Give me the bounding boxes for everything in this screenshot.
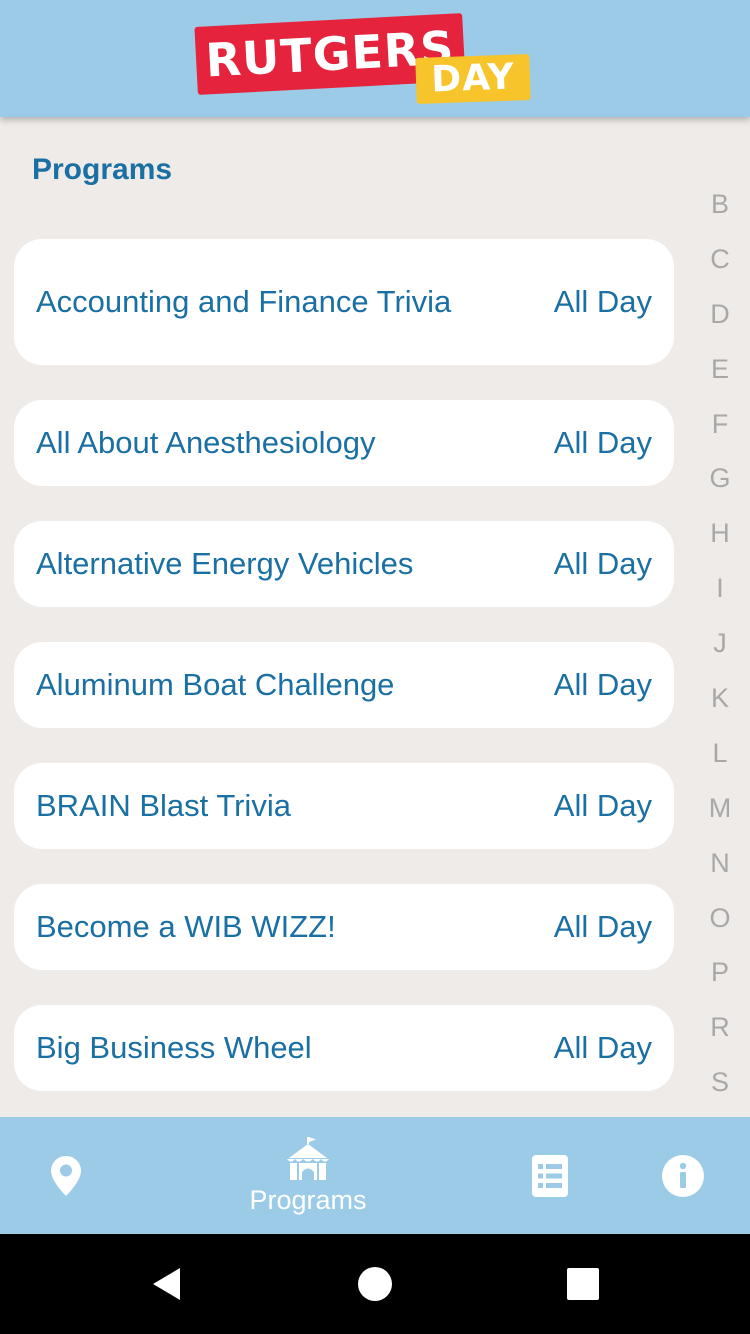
tent-icon <box>287 1136 329 1180</box>
program-name: Alternative Energy Vehicles <box>36 546 414 581</box>
program-name: All About Anesthesiology <box>36 425 376 460</box>
bottom-navigation: Programs <box>0 1117 750 1234</box>
nav-map-button[interactable] <box>26 1117 106 1234</box>
alpha-index-letter[interactable]: M <box>690 781 750 836</box>
program-time: All Day <box>553 788 652 823</box>
program-card[interactable]: BRAIN Blast Trivia All Day <box>14 763 674 849</box>
program-card[interactable]: Aluminum Boat Challenge All Day <box>14 642 674 728</box>
alpha-index-letter[interactable]: H <box>690 506 750 561</box>
map-pin-icon <box>51 1155 81 1196</box>
alpha-index-letter[interactable]: C <box>690 232 750 287</box>
nav-info-button[interactable] <box>643 1117 723 1234</box>
program-time: All Day <box>553 667 652 702</box>
alpha-index-letter[interactable]: L <box>690 726 750 781</box>
program-name: Big Business Wheel <box>36 1030 312 1065</box>
program-list: Accounting and Finance Trivia All Day Al… <box>14 0 674 1117</box>
program-name: Become a WIB WIZZ! <box>36 909 336 944</box>
program-card[interactable]: Accounting and Finance Trivia All Day <box>14 239 674 365</box>
back-triangle-icon <box>153 1268 180 1300</box>
nav-programs-label: Programs <box>249 1184 367 1215</box>
system-navigation-bar <box>0 1234 750 1334</box>
system-back-button[interactable] <box>126 1234 206 1334</box>
program-time: All Day <box>553 425 652 460</box>
system-home-button[interactable] <box>335 1234 415 1334</box>
alpha-index-letter[interactable]: B <box>690 177 750 232</box>
alpha-index-letter[interactable]: I <box>690 561 750 616</box>
alpha-index-letter[interactable]: S <box>690 1055 750 1110</box>
system-recents-button[interactable] <box>543 1234 623 1334</box>
list-icon <box>532 1154 568 1197</box>
program-card[interactable]: Big Business Wheel All Day <box>14 1005 674 1091</box>
alpha-index-letter[interactable]: D <box>690 287 750 342</box>
alpha-index-letter[interactable]: R <box>690 1000 750 1055</box>
app-header: RUTGERS DAY <box>0 0 750 117</box>
info-icon <box>662 1154 704 1197</box>
alpha-index-letter[interactable]: O <box>690 891 750 946</box>
program-time: All Day <box>553 1030 652 1065</box>
alpha-index-letter[interactable]: J <box>690 616 750 671</box>
nav-programs-button[interactable]: Programs <box>228 1117 388 1234</box>
program-time: All Day <box>553 284 652 319</box>
alpha-index-letter[interactable]: K <box>690 671 750 726</box>
program-card[interactable]: Alternative Energy Vehicles All Day <box>14 521 674 607</box>
home-circle-icon <box>358 1267 392 1301</box>
program-time: All Day <box>553 546 652 581</box>
alpha-index-letter[interactable]: E <box>690 342 750 397</box>
program-card[interactable]: Become a WIB WIZZ! All Day <box>14 884 674 970</box>
recents-square-icon <box>567 1268 599 1300</box>
logo-text-day: DAY <box>430 56 516 101</box>
logo-yellow-banner: DAY <box>415 54 531 104</box>
program-card[interactable]: All About Anesthesiology All Day <box>14 400 674 486</box>
alpha-index-letter[interactable]: N <box>690 836 750 891</box>
rutgers-day-logo: RUTGERS DAY <box>190 10 535 105</box>
alpha-index-letter[interactable]: P <box>690 945 750 1000</box>
program-name: Aluminum Boat Challenge <box>36 667 395 702</box>
nav-list-button[interactable] <box>510 1117 590 1234</box>
alphabet-index: B C D E F G H I J K L M N O P R S <box>690 177 750 1110</box>
program-time: All Day <box>553 909 652 944</box>
alpha-index-letter[interactable]: F <box>690 397 750 452</box>
program-name: Accounting and Finance Trivia <box>36 284 452 319</box>
program-name: BRAIN Blast Trivia <box>36 788 291 823</box>
alpha-index-letter[interactable]: G <box>690 451 750 506</box>
